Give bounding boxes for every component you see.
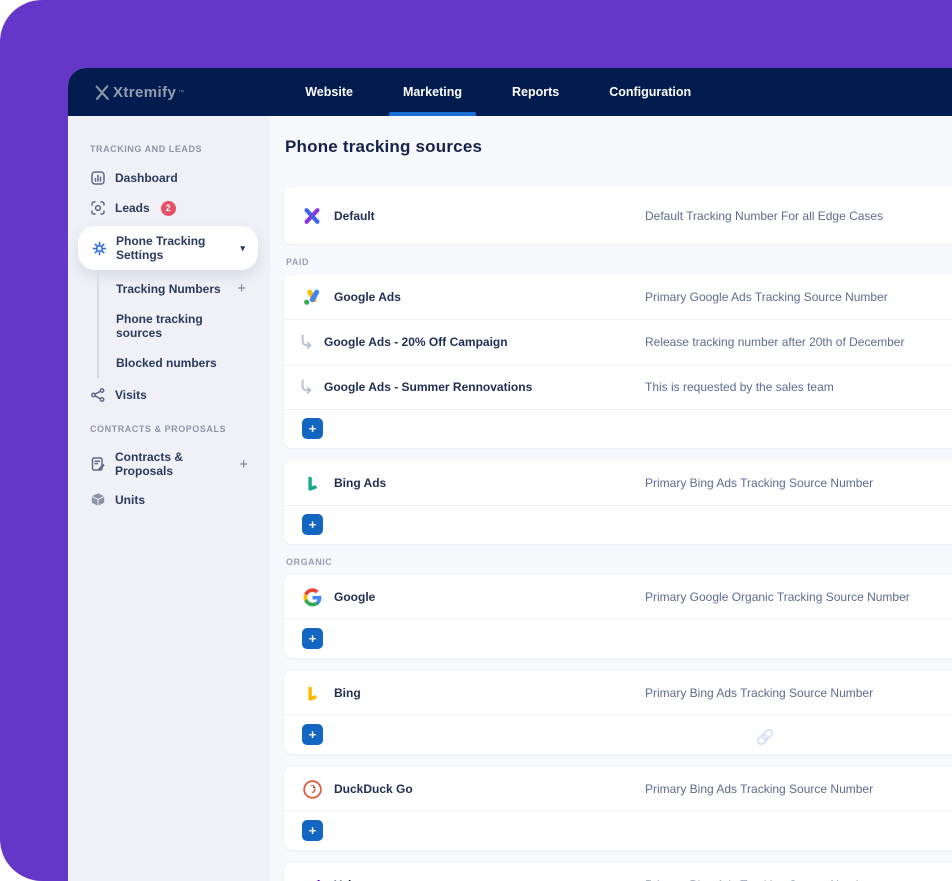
source-row-duckduckgo[interactable]: DuckDuck Go Primary Bing Ads Tracking So… (284, 767, 952, 812)
sidebar-item-visits[interactable]: Visits (68, 380, 270, 410)
nav-tabs: Website Marketing Reports Configuration (280, 68, 716, 116)
dashboard-icon (90, 170, 106, 186)
sidebar-item-phone-tracking-settings[interactable]: Phone Tracking Settings ▾ (78, 226, 258, 270)
sidebar-item-label: Phone Tracking Settings (116, 234, 206, 262)
google-ads-icon (302, 287, 322, 307)
sidebar-item-units[interactable]: Units (68, 485, 270, 515)
add-source-button[interactable]: + (302, 724, 323, 745)
duckduckgo-icon (302, 779, 322, 799)
sidebar-item-leads[interactable]: Leads 2 (68, 193, 270, 223)
sidebar-item-label: Contracts & Proposals (115, 450, 184, 478)
source-description: This is requested by the sales team (645, 380, 834, 394)
source-row-bing[interactable]: Bing Primary Bing Ads Tracking Source Nu… (284, 671, 952, 716)
tab-reports[interactable]: Reports (487, 68, 584, 116)
add-tracking-number-button[interactable]: + (237, 281, 246, 296)
source-name: Bing (334, 686, 361, 700)
app-window: Xtremify ™ Website Marketing Reports Con… (68, 68, 952, 881)
yahoo-card: y! Yahoo Primary Bing Ads Tracking Sourc… (284, 863, 952, 881)
default-source-card: Default Default Tracking Number For all … (284, 187, 952, 244)
tab-marketing[interactable]: Marketing (378, 68, 487, 116)
google-organic-card: Google Primary Google Organic Tracking S… (284, 575, 952, 658)
sub-arrow-icon (296, 377, 316, 397)
leads-count-badge: 2 (160, 200, 176, 216)
source-name: Bing Ads (334, 476, 387, 490)
leads-icon (90, 200, 106, 216)
sidebar-item-label: Visits (115, 388, 147, 402)
add-source-button[interactable]: + (302, 514, 323, 535)
source-name: Default (334, 208, 375, 223)
source-row-bing-ads[interactable]: Bing Ads Primary Bing Ads Tracking Sourc… (284, 461, 952, 506)
bing-icon (302, 683, 322, 703)
group-label-organic: ORGANIC (286, 557, 333, 567)
sidebar: TRACKING AND LEADS Dashboard Leads 2 Pho… (68, 116, 270, 881)
brand-name: Xtremify (113, 83, 177, 101)
contract-icon (90, 456, 106, 472)
phone-tracking-settings-submenu: Tracking Numbers + Phone tracking source… (97, 273, 270, 378)
source-row-google-ads-20-off[interactable]: Google Ads - 20% Off Campaign Release tr… (284, 320, 952, 365)
source-name: Google (334, 590, 376, 604)
page-title: Phone tracking sources (285, 137, 483, 156)
source-row-google-ads-summer[interactable]: Google Ads - Summer Rennovations This is… (284, 365, 952, 410)
xtremify-logo-icon (94, 84, 111, 101)
sidebar-subitem-label: Blocked numbers (116, 356, 217, 370)
chevron-down-icon[interactable]: ▾ (240, 243, 245, 254)
sub-arrow-icon (296, 332, 316, 352)
source-description: Default Tracking Number For all Edge Cas… (645, 208, 884, 223)
sidebar-subitem-blocked-numbers[interactable]: Blocked numbers (99, 348, 270, 378)
add-source-button[interactable]: + (302, 418, 323, 439)
main-panel: Phone tracking sources Default Default T… (270, 116, 952, 881)
sidebar-subitem-label: Tracking Numbers (116, 281, 221, 296)
source-description: Primary Bing Ads Tracking Source Number (645, 686, 874, 700)
share-icon (90, 387, 106, 403)
source-name: DuckDuck Go (334, 782, 413, 796)
source-row-yahoo[interactable]: y! Yahoo Primary Bing Ads Tracking Sourc… (284, 863, 952, 881)
sidebar-subitem-tracking-numbers[interactable]: Tracking Numbers + (99, 273, 270, 304)
sidebar-subitem-phone-tracking-sources[interactable]: Phone tracking sources (99, 304, 270, 348)
sidebar-item-label: Leads (115, 201, 150, 215)
yahoo-icon: y! (302, 875, 322, 881)
top-navbar: Xtremify ™ Website Marketing Reports Con… (68, 68, 952, 116)
source-name: Google Ads - Summer Rennovations (324, 380, 533, 394)
source-description: Primary Google Ads Tracking Source Numbe… (645, 290, 888, 304)
source-row-default[interactable]: Default Default Tracking Number For all … (284, 187, 952, 244)
sidebar-item-label: Dashboard (115, 171, 178, 185)
source-description: Primary Google Organic Tracking Source N… (645, 590, 910, 604)
bing-organic-card: Bing Primary Bing Ads Tracking Source Nu… (284, 671, 952, 754)
sidebar-item-contracts-proposals[interactable]: Contracts & Proposals + (68, 443, 270, 485)
source-row-google-ads[interactable]: Google Ads Primary Google Ads Tracking S… (284, 275, 952, 320)
brand-logo[interactable]: Xtremify ™ (94, 84, 184, 101)
add-source-button[interactable]: + (302, 820, 323, 841)
add-contract-button[interactable]: + (239, 457, 248, 472)
source-name: Google Ads (334, 290, 401, 304)
tab-configuration[interactable]: Configuration (584, 68, 716, 116)
gear-icon (91, 240, 107, 256)
google-icon (302, 587, 322, 607)
source-description: Primary Bing Ads Tracking Source Number (645, 476, 874, 490)
xtremify-x-icon (302, 206, 322, 226)
sources-list: Default Default Tracking Number For all … (270, 171, 952, 881)
bing-ads-card: Bing Ads Primary Bing Ads Tracking Sourc… (284, 461, 952, 544)
sidebar-subitem-label: Phone tracking sources (116, 312, 203, 340)
tab-website[interactable]: Website (280, 68, 378, 116)
add-source-button[interactable]: + (302, 628, 323, 649)
source-row-google[interactable]: Google Primary Google Organic Tracking S… (284, 575, 952, 620)
duckduckgo-card: DuckDuck Go Primary Bing Ads Tracking So… (284, 767, 952, 850)
screen: Xtremify ™ Website Marketing Reports Con… (0, 0, 952, 881)
sidebar-item-label: Units (115, 493, 145, 507)
sidebar-section-contracts-label: CONTRACTS & PROPOSALS (90, 424, 227, 434)
group-label-paid: PAID (286, 257, 310, 267)
brand-trademark: ™ (178, 89, 185, 96)
cube-icon (90, 492, 106, 508)
sidebar-item-dashboard[interactable]: Dashboard (68, 163, 270, 193)
sidebar-section-tracking-label: TRACKING AND LEADS (90, 144, 203, 154)
source-name: Google Ads - 20% Off Campaign (324, 335, 508, 349)
bing-ads-icon (302, 473, 322, 493)
source-description: Primary Bing Ads Tracking Source Number (645, 782, 874, 796)
source-description: Release tracking number after 20th of De… (645, 335, 905, 349)
google-ads-card: Google Ads Primary Google Ads Tracking S… (284, 275, 952, 448)
